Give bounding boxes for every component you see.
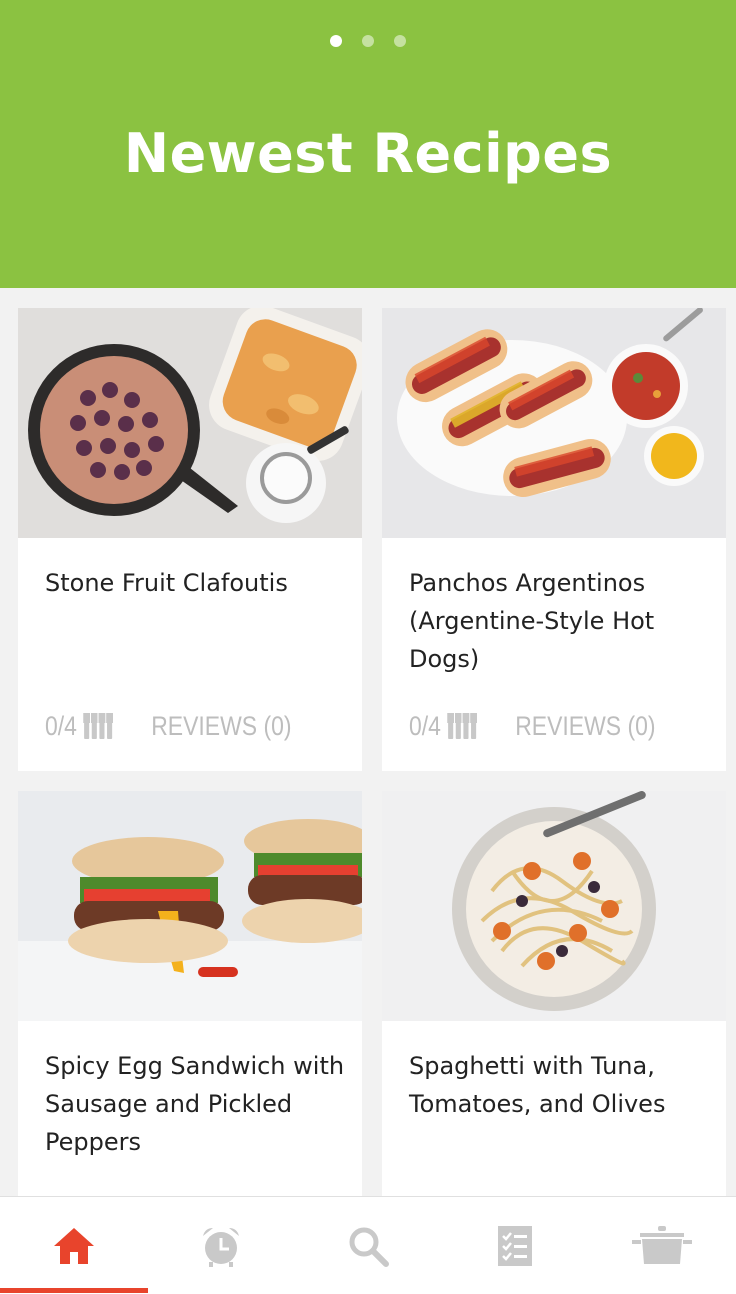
tab-home[interactable] — [0, 1197, 147, 1294]
rating[interactable]: 0/4 — [45, 710, 113, 742]
recipe-card[interactable]: Spaghetti with Tuna, Tomatoes, and Olive… — [382, 791, 726, 1254]
search-icon — [349, 1227, 389, 1267]
pot-icon — [632, 1225, 693, 1264]
reviews-link[interactable]: REVIEWS (0) — [151, 711, 291, 742]
recipe-image[interactable] — [18, 791, 362, 1021]
recipe-title[interactable]: Stone Fruit Clafoutis — [45, 564, 345, 602]
recipe-image[interactable] — [382, 308, 726, 538]
tab-shopping-list[interactable] — [442, 1197, 589, 1294]
active-tab-indicator — [0, 1288, 148, 1293]
recipe-image[interactable] — [18, 308, 362, 538]
rating-value: 0/4 — [409, 710, 441, 741]
alarm-clock-icon — [202, 1227, 239, 1267]
rating[interactable]: 0/4 — [409, 710, 477, 742]
recipe-title[interactable]: Spicy Egg Sandwich with Sausage and Pick… — [45, 1047, 345, 1161]
page-title: Newest Recipes — [123, 122, 613, 185]
fork-rating-icon — [82, 713, 113, 739]
bottom-tab-bar — [0, 1196, 736, 1294]
recipe-card[interactable]: Stone Fruit Clafoutis 0/4 REVIEWS (0) — [18, 308, 362, 771]
checklist-icon — [498, 1225, 533, 1266]
recipe-image[interactable] — [382, 791, 726, 1021]
pager-dot-2[interactable] — [362, 35, 374, 47]
reviews-link[interactable]: REVIEWS (0) — [515, 711, 655, 742]
rating-value: 0/4 — [45, 710, 77, 741]
recipe-card[interactable]: Panchos Argentinos (Argentine-Style Hot … — [382, 308, 726, 771]
tab-recipe-box[interactable] — [589, 1197, 736, 1294]
tab-timer[interactable] — [147, 1197, 294, 1294]
header-banner: Newest Recipes — [0, 0, 736, 288]
recipe-meta: 0/4 REVIEWS (0) — [409, 706, 656, 746]
recipe-card[interactable]: Spicy Egg Sandwich with Sausage and Pick… — [18, 791, 362, 1254]
pager-dot-3[interactable] — [394, 35, 406, 47]
pager-dot-1[interactable] — [330, 35, 342, 47]
recipe-title[interactable]: Panchos Argentinos (Argentine-Style Hot … — [409, 564, 709, 678]
recipe-grid: Stone Fruit Clafoutis 0/4 REVIEWS (0) Pa… — [18, 308, 726, 1254]
home-icon — [53, 1227, 94, 1264]
recipe-title[interactable]: Spaghetti with Tuna, Tomatoes, and Olive… — [409, 1047, 709, 1123]
fork-rating-icon — [446, 713, 477, 739]
recipe-meta: 0/4 REVIEWS (0) — [45, 706, 292, 746]
carousel-pager[interactable] — [0, 35, 736, 47]
tab-search[interactable] — [294, 1197, 441, 1294]
